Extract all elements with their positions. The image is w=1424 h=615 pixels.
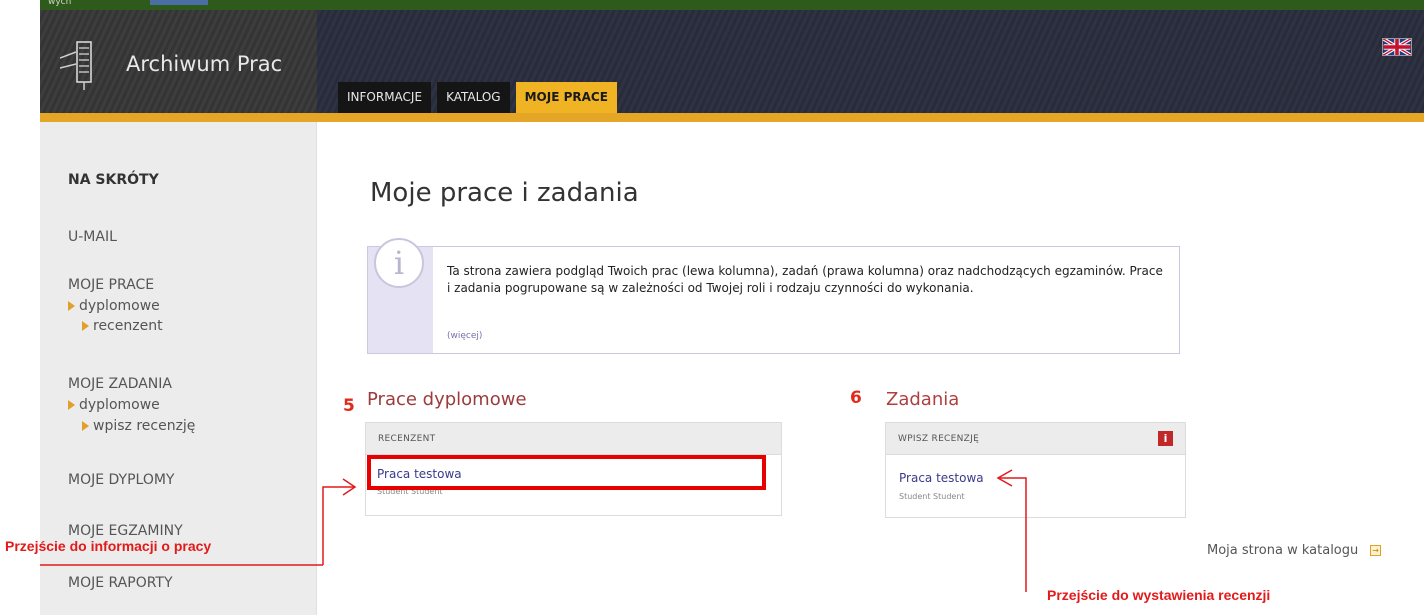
sidebar-item-moje-dyplomy[interactable]: MOJE DYPLOMY bbox=[68, 472, 174, 488]
panel-wpisz-recenzje: WPISZ RECENZJĘ i Praca testowa Student S… bbox=[885, 422, 1186, 518]
top-strip-text: wych bbox=[48, 0, 72, 7]
bullet-icon bbox=[82, 321, 89, 331]
sidebar-subitem-label: recenzent bbox=[93, 318, 163, 334]
annotation-number-6: 6 bbox=[850, 388, 862, 408]
sidebar-subitem-dyplomowe-zadania[interactable]: dyplomowe bbox=[68, 397, 160, 413]
sidebar-shortcuts-heading: NA SKRÓTY bbox=[68, 172, 159, 188]
sidebar-subitem-recenzent[interactable]: recenzent bbox=[82, 318, 163, 334]
top-decor bbox=[150, 0, 208, 5]
sidebar-item-umail[interactable]: U-MAIL bbox=[68, 229, 117, 245]
info-sidebar: i bbox=[368, 238, 433, 353]
section-title-prace-dyplomowe: Prace dyplomowe bbox=[367, 389, 527, 410]
page-title: Moje prace i zadania bbox=[370, 178, 639, 208]
arrow-right-icon: → bbox=[1370, 545, 1381, 556]
sidebar-subitem-label: wpisz recenzję bbox=[93, 418, 196, 434]
section-title-zadania: Zadania bbox=[886, 389, 960, 410]
info-icon: i bbox=[374, 238, 424, 288]
review-task-link[interactable]: Praca testowa bbox=[899, 471, 984, 485]
sidebar-subitem-label: dyplomowe bbox=[79, 298, 160, 314]
tab-moje-prace[interactable]: MOJE PRACE bbox=[515, 82, 617, 113]
sidebar-item-moje-zadania[interactable]: MOJE ZADANIA bbox=[68, 376, 172, 392]
bullet-icon bbox=[68, 400, 75, 410]
uk-flag-icon[interactable] bbox=[1382, 38, 1412, 56]
tab-informacje[interactable]: INFORMACJE bbox=[338, 82, 432, 113]
bullet-icon bbox=[68, 301, 75, 311]
sidebar-subitem-wpisz-recenzje[interactable]: wpisz recenzję bbox=[82, 418, 195, 434]
sidebar-item-moje-prace[interactable]: MOJE PRACE bbox=[68, 277, 154, 293]
annotation-right: Przejście do wystawienia recenzji bbox=[1047, 587, 1271, 603]
logo[interactable]: Archiwum Prac bbox=[40, 10, 317, 113]
logo-text: Archiwum Prac bbox=[126, 52, 283, 76]
sidebar-subitem-dyplomowe[interactable]: dyplomowe bbox=[68, 298, 160, 314]
header-accent-bar bbox=[40, 113, 1424, 122]
info-box: i Ta strona zawiera podgląd Twoich prac … bbox=[367, 238, 1180, 354]
top-strip: wych bbox=[40, 0, 1424, 10]
sidebar-item-moje-raporty[interactable]: MOJE RAPORTY bbox=[68, 575, 173, 591]
tab-katalog[interactable]: KATALOG bbox=[437, 82, 510, 113]
info-text: Ta strona zawiera podgląd Twoich prac (l… bbox=[447, 264, 1163, 295]
panel-header: WPISZ RECENZJĘ bbox=[886, 423, 1185, 455]
site-header: Archiwum Prac INFORMACJE KATALOG MOJE PR… bbox=[40, 10, 1424, 113]
panel-header: RECENZENT bbox=[366, 423, 781, 455]
info-more-link[interactable]: (więcej) bbox=[447, 331, 482, 341]
sidebar-item-moje-egzaminy[interactable]: MOJE EGZAMINY bbox=[68, 523, 183, 539]
review-task-author: Student Student bbox=[899, 492, 965, 501]
archive-logo-icon bbox=[60, 41, 92, 90]
sidebar-subitem-label: dyplomowe bbox=[79, 397, 160, 413]
main-tabs: INFORMACJE KATALOG MOJE PRACE bbox=[338, 82, 617, 113]
annotation-number-5: 5 bbox=[343, 396, 355, 416]
highlight-rectangle bbox=[367, 455, 766, 490]
alert-icon: i bbox=[1158, 431, 1173, 446]
my-catalog-page-link[interactable]: Moja strona w katalogu bbox=[1207, 543, 1358, 558]
bullet-icon bbox=[82, 421, 89, 431]
annotation-left: Przejście do informacji o pracy bbox=[5, 538, 212, 554]
